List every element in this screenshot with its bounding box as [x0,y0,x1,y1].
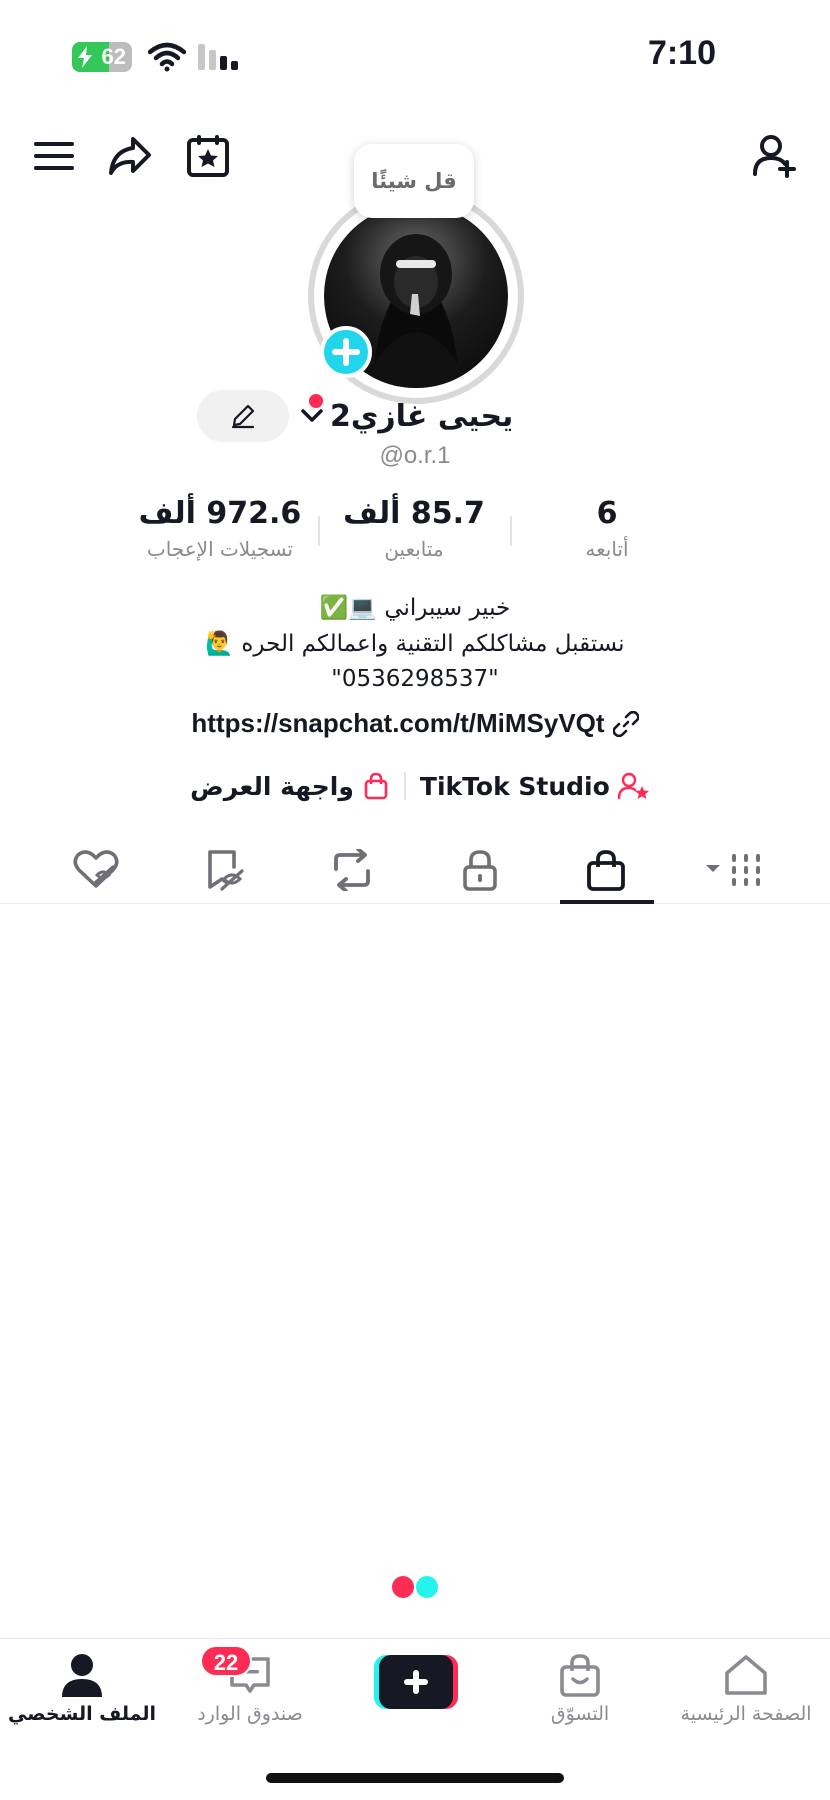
tab-reposts[interactable] [306,836,398,904]
add-friend-icon [753,135,796,178]
stat-divider [318,516,320,546]
create-button-face [379,1655,453,1709]
account-switcher[interactable]: يحيى غازي2 [300,394,540,438]
showcase-label: واجهة العرض [190,771,354,801]
grid-dropdown-icon [706,854,760,886]
shopping-bag-icon [364,772,388,800]
stat-following[interactable]: 6 أتابعه [546,496,668,561]
link-icon [612,710,639,737]
status-time: 7:10 [647,34,716,72]
calendar-button[interactable] [182,130,234,182]
active-tab-indicator [560,900,654,904]
wifi-icon [148,42,186,72]
nav-home-label: الصفحة الرئيسية [680,1703,812,1725]
tiktok-studio-chip[interactable]: TikTok Studio [420,772,650,801]
showcase-chip[interactable]: واجهة العرض [190,772,390,801]
profile-name: يحيى غازي2 [330,398,514,434]
create-button[interactable] [374,1655,458,1709]
nav-profile[interactable]: الملف الشخصي [2,1653,162,1725]
stat-likes-label: تسجيلات الإعجاب [146,537,294,561]
loading-dot-red [392,1576,414,1598]
inbox-badge: 22 [200,1645,252,1677]
edit-profile-button[interactable] [197,390,289,442]
tab-videos[interactable] [688,836,788,904]
plus-icon [332,338,360,366]
home-indicator [266,1773,564,1783]
plus-icon [404,1670,428,1694]
calendar-star-icon [187,135,229,177]
favorites-hidden-icon [208,850,244,891]
share-icon [109,137,151,175]
menu-icon [34,142,74,170]
profile-filled-icon [62,1654,102,1697]
bio-line: نستقبل مشاكلكم التقنية واعمالكم الحره 🙋‍… [205,631,625,657]
nav-shop-label: التسوّق [550,1703,610,1725]
lock-icon [463,850,497,891]
profile-chips: واجهة العرض TikTok Studio [180,766,660,806]
loading-dot-cyan [416,1576,438,1598]
pencil-icon [231,404,255,429]
stat-following-label: أتابعه [585,537,629,561]
nav-inbox-label: صندوق الوارد [197,1703,303,1725]
bio-line: "0536298537" [331,666,499,692]
bio-link[interactable]: https://snapchat.com/t/MiMSyVQt [120,708,710,739]
share-button[interactable] [104,130,156,182]
battery-indicator: 62 [72,42,132,72]
stat-followers-label: متابعين [384,537,444,561]
battery-text: 62 [101,44,126,69]
content-tabs [0,836,830,904]
tab-favorites[interactable] [178,836,270,904]
cellular-signal-icon [198,44,238,70]
stat-likes-value: 972.6 ألف [138,496,302,531]
profile-handle[interactable]: @o.r.1 [330,442,500,470]
home-icon [725,1655,767,1695]
nav-shop[interactable]: التسوّق [500,1653,660,1725]
nav-home[interactable]: الصفحة الرئيسية [666,1653,826,1725]
bio-link-text: https://snapchat.com/t/MiMSyVQt [191,708,605,738]
stat-likes[interactable]: 972.6 ألف تسجيلات الإعجاب [130,496,310,561]
repost-icon [334,849,370,891]
chip-divider [403,772,406,800]
bio-line: خبير سيبراني 💻✅ [319,595,511,621]
say-something-bubble[interactable]: قل شيئًا [354,144,474,218]
nav-profile-label: الملف الشخصي [7,1703,156,1725]
add-story-button[interactable] [320,326,372,378]
tab-private[interactable] [434,836,526,904]
chevron-down-icon [301,409,323,422]
liked-hidden-icon [73,850,119,888]
tab-liked[interactable] [50,836,142,904]
creator-star-icon [617,772,649,800]
tab-shop[interactable] [560,836,652,904]
stat-following-value: 6 [596,496,618,531]
shop-bag-icon [560,1654,600,1697]
stat-divider [510,516,512,546]
tiktok-studio-label: TikTok Studio [419,771,610,801]
shopping-bag-icon [587,850,625,891]
stat-followers[interactable]: 85.7 ألف متابعين [334,496,494,561]
add-friend-button[interactable] [750,130,802,182]
stat-followers-value: 85.7 ألف [343,496,485,531]
menu-button[interactable] [28,130,80,182]
